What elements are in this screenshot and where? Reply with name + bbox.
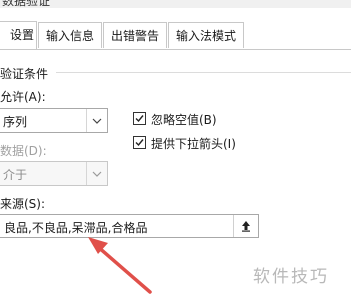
in-cell-dropdown-checkbox[interactable]: [133, 136, 146, 149]
group-divider: [56, 72, 351, 73]
ignore-blank-checkbox[interactable]: [133, 112, 146, 125]
source-input[interactable]: 良品,不良品,呆滞品,合格品: [0, 214, 259, 238]
tab-bar: 设置 输入信息 出错警告 输入法模式: [0, 21, 351, 50]
tab-error-alert[interactable]: 出错警告: [103, 22, 167, 48]
source-label: 来源(S):: [0, 197, 46, 211]
collapse-dialog-button[interactable]: [233, 215, 258, 237]
checkmark-icon: [135, 115, 144, 123]
data-validation-dialog: 数据验证 设置 输入信息 出错警告 输入法模式 验证条件 允许(A): 序列 忽…: [0, 0, 351, 307]
in-cell-dropdown-label[interactable]: 提供下拉箭头(I): [151, 135, 236, 152]
validation-criteria-label: 验证条件: [0, 67, 49, 81]
chevron-down-icon[interactable]: [86, 109, 107, 132]
tab-settings[interactable]: 设置: [0, 21, 37, 49]
data-select[interactable]: 介于: [0, 161, 108, 186]
dialog-title: 数据验证: [2, 0, 51, 8]
tab-ime-mode[interactable]: 输入法模式: [168, 22, 244, 48]
collapse-dialog-icon: [242, 221, 250, 232]
data-label: 数据(D):: [0, 144, 47, 158]
allow-select-value: 序列: [3, 115, 28, 129]
ignore-blank-label[interactable]: 忽略空值(B): [151, 111, 217, 128]
title-bar: 数据验证: [0, 0, 351, 8]
allow-select[interactable]: 序列: [0, 108, 108, 133]
tab-input-message[interactable]: 输入信息: [38, 22, 102, 48]
allow-label: 允许(A):: [0, 90, 46, 104]
chevron-down-icon[interactable]: [86, 162, 107, 185]
checkmark-icon: [135, 139, 144, 147]
source-input-value: 良品,不良品,呆滞品,合格品: [4, 221, 148, 235]
data-select-value: 介于: [3, 168, 28, 182]
watermark: 软件技巧: [253, 267, 329, 287]
